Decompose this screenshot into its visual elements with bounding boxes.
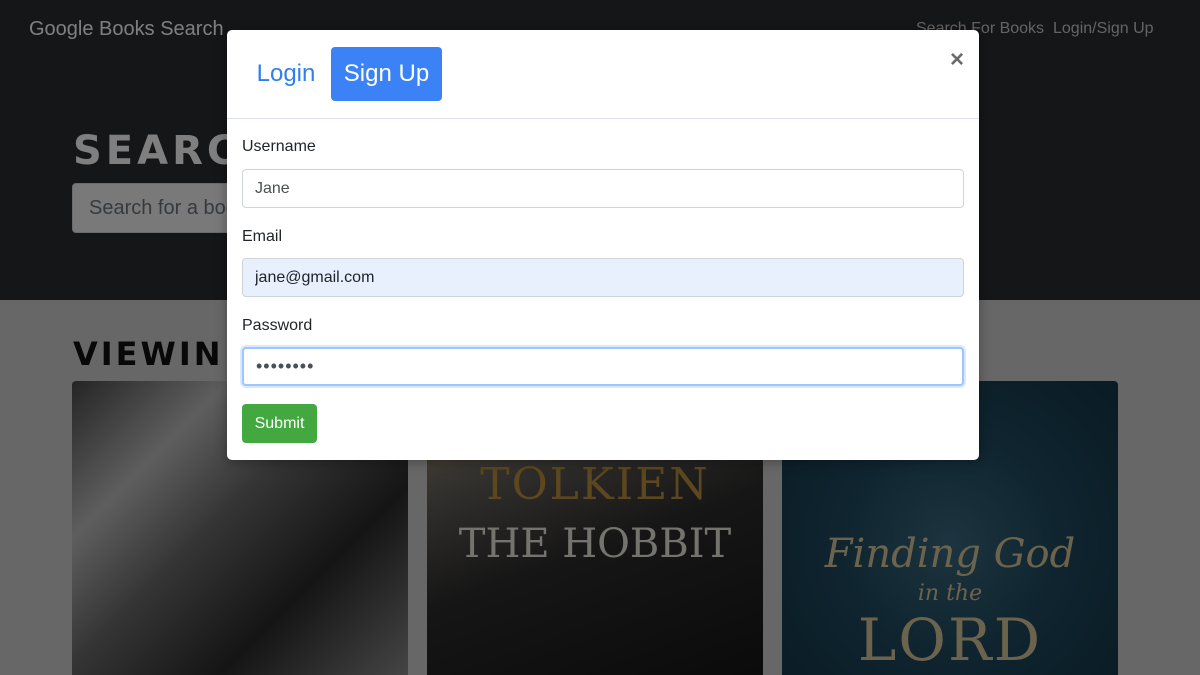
modal-header: Login Sign Up × — [227, 30, 979, 119]
username-field[interactable] — [242, 169, 964, 208]
tab-login[interactable]: Login — [243, 47, 329, 101]
email-label: Email — [242, 228, 283, 245]
username-label: Username — [242, 138, 316, 155]
auth-modal: Login Sign Up × Username Email Password … — [227, 30, 979, 460]
tab-sign-up[interactable]: Sign Up — [331, 47, 442, 101]
email-field[interactable] — [242, 258, 964, 297]
close-icon[interactable]: × — [945, 46, 969, 74]
password-field[interactable] — [242, 347, 964, 386]
submit-button[interactable]: Submit — [242, 404, 317, 443]
password-label: Password — [242, 317, 313, 334]
